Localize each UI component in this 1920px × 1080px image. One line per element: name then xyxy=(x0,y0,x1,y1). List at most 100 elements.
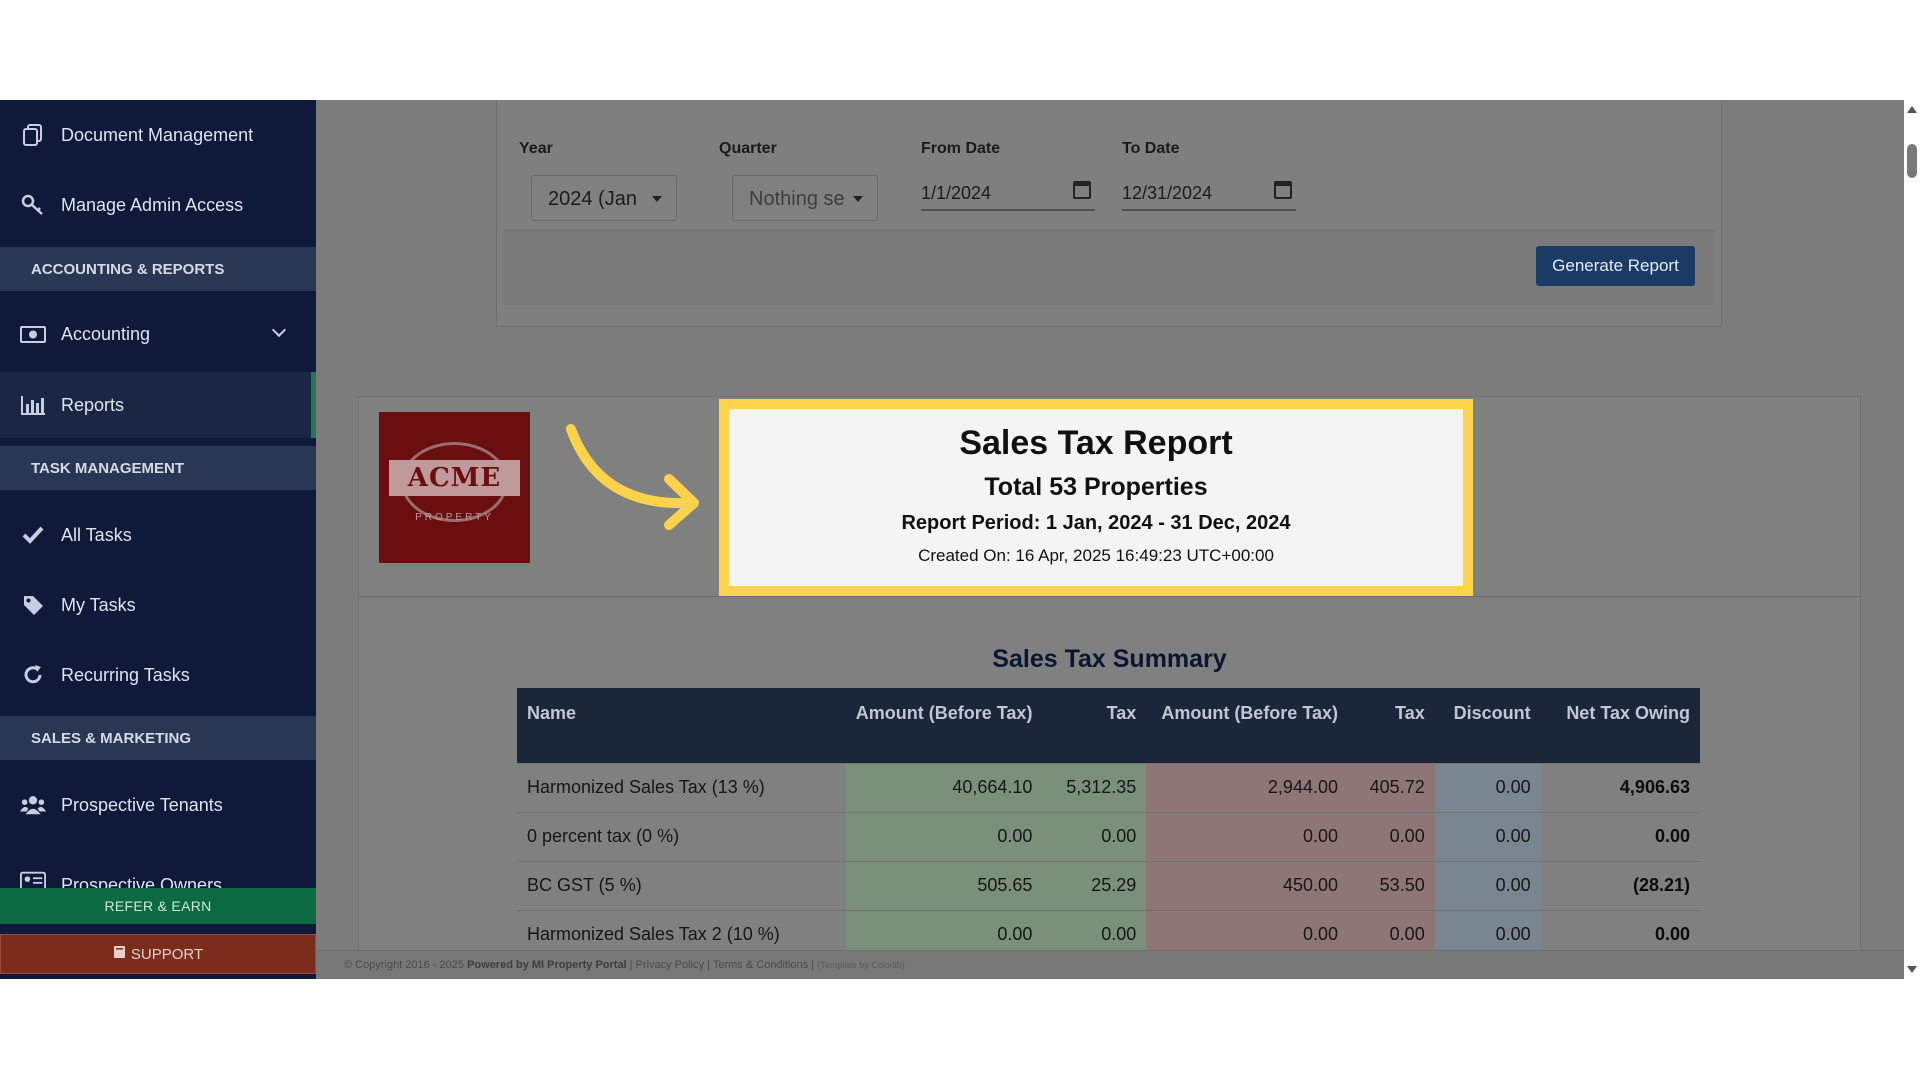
report-title-highlight: Sales Tax Report Total 53 Properties Rep… xyxy=(719,399,1473,596)
report-properties-count: Total 53 Properties xyxy=(984,473,1208,501)
highlight-arrow-icon xyxy=(566,424,699,530)
section-header-sales: SALES & MARKETING xyxy=(0,716,316,760)
to-date-input[interactable]: 12/31/2024 xyxy=(1122,175,1296,211)
to-date-label: To Date xyxy=(1122,140,1180,157)
support-label: SUPPORT xyxy=(130,945,204,963)
logo-subtext: PROPERTY xyxy=(415,512,494,523)
sidebar-item-all-tasks[interactable]: All Tasks xyxy=(0,502,316,568)
sidebar-item-label: All Tasks xyxy=(61,524,132,545)
section-header-accounting: ACCOUNTING & REPORTS xyxy=(0,247,316,291)
template-credit: (Template by Colorlib) xyxy=(817,960,905,970)
sidebar: Document Management Manage Admin Access … xyxy=(0,100,316,979)
cell-discount: 0.00 xyxy=(1434,860,1541,910)
calendar-icon[interactable] xyxy=(1073,181,1091,199)
sidebar-item-reports[interactable]: Reports xyxy=(0,372,316,438)
sidebar-item-manage-admin-access[interactable]: Manage Admin Access xyxy=(0,172,316,238)
from-date-input[interactable]: 1/1/2024 xyxy=(921,175,1095,211)
scrollbar-thumb[interactable] xyxy=(1907,144,1917,178)
cell-tax: 0.00 xyxy=(1042,811,1147,861)
quarter-select[interactable]: Nothing se xyxy=(732,175,878,221)
cell-name: 0 percent tax (0 %) xyxy=(517,811,846,861)
generate-report-button[interactable]: Generate Report xyxy=(1536,246,1695,286)
report-title: Sales Tax Report xyxy=(959,424,1233,462)
powered-by-link[interactable]: Powered by MI Property Portal xyxy=(467,959,627,971)
report-filter-card: Year 2024 (Jan Quarter Nothing se From D… xyxy=(496,100,1722,327)
main-content: Year 2024 (Jan Quarter Nothing se From D… xyxy=(316,100,1920,979)
bar-chart-icon xyxy=(20,392,46,418)
sidebar-item-label: Reports xyxy=(61,394,125,415)
cell-tax: 405.72 xyxy=(1348,762,1435,812)
sidebar-item-my-tasks[interactable]: My Tasks xyxy=(0,572,316,638)
app-window: Document Management Manage Admin Access … xyxy=(0,100,1920,979)
quarter-value: Nothing se xyxy=(749,188,845,210)
sidebar-item-label: Prospective Tenants xyxy=(61,794,223,815)
privacy-policy-link[interactable]: Privacy Policy xyxy=(636,959,704,971)
report-created-on: Created On: 16 Apr, 2025 16:49:23 UTC+00… xyxy=(918,546,1274,565)
key-icon xyxy=(20,192,46,218)
col-header-amount-before-tax: Amount (Before Tax) xyxy=(845,688,1043,763)
sidebar-item-label: Accounting xyxy=(61,323,151,344)
cell-amount: 0.00 xyxy=(845,811,1043,861)
document-copy-icon xyxy=(20,122,46,148)
cell-amount: 505.65 xyxy=(845,860,1043,910)
year-select[interactable]: 2024 (Jan xyxy=(531,175,677,221)
sidebar-item-recurring-tasks[interactable]: Recurring Tasks xyxy=(0,642,316,708)
table-header-row: Name Amount (Before Tax) Tax Amount (Bef… xyxy=(517,688,1700,763)
cell-amount: 40,664.10 xyxy=(845,762,1043,812)
sidebar-item-document-management[interactable]: Document Management xyxy=(0,102,316,168)
sidebar-item-prospective-tenants[interactable]: Prospective Tenants xyxy=(0,772,316,838)
cell-discount: 0.00 xyxy=(1434,811,1541,861)
sidebar-item-prospective-owners[interactable]: Prospective Owners xyxy=(0,842,316,892)
caret-down-icon xyxy=(652,196,662,202)
year-label: Year xyxy=(519,140,553,157)
col-header-tax-2: Tax xyxy=(1348,688,1435,763)
cell-amount: 450.00 xyxy=(1146,860,1348,910)
year-value: 2024 (Jan xyxy=(548,188,637,210)
col-header-tax: Tax xyxy=(1042,688,1147,763)
refresh-icon xyxy=(20,662,46,688)
section-header-tasks: TASK MANAGEMENT xyxy=(0,446,316,490)
report-card: ACME PROPERTY Sales Tax Report Total 53 … xyxy=(358,396,1861,979)
sidebar-item-label: Document Management xyxy=(61,124,254,145)
cell-net-tax: (28.21) xyxy=(1540,860,1700,910)
refer-and-earn-button[interactable]: REFER & EARN xyxy=(0,888,316,924)
from-date-value: 1/1/2024 xyxy=(921,183,992,203)
chevron-down-icon xyxy=(271,322,287,338)
table-row: BC GST (5 %) 505.65 25.29 450.00 53.50 0… xyxy=(517,860,1700,910)
scroll-up-arrow-icon[interactable] xyxy=(1907,106,1917,113)
cell-tax: 25.29 xyxy=(1042,860,1147,910)
cell-discount: 0.00 xyxy=(1434,762,1541,812)
users-icon xyxy=(20,792,46,818)
support-button[interactable]: SUPPORT xyxy=(0,934,316,974)
copyright-text: © Copyright 2016 - 2025 xyxy=(344,959,465,971)
cell-tax: 5,312.35 xyxy=(1042,762,1147,812)
company-logo: ACME PROPERTY xyxy=(379,412,530,563)
vertical-scrollbar[interactable] xyxy=(1904,100,1920,979)
cell-amount: 2,944.00 xyxy=(1146,762,1348,812)
report-period: Report Period: 1 Jan, 2024 - 31 Dec, 202… xyxy=(901,512,1291,534)
col-header-amount-before-tax-2: Amount (Before Tax) xyxy=(1146,688,1348,763)
scroll-down-arrow-icon[interactable] xyxy=(1907,966,1917,973)
cell-net-tax: 0.00 xyxy=(1540,811,1700,861)
money-icon xyxy=(20,321,46,347)
cell-name: BC GST (5 %) xyxy=(517,860,846,910)
sales-tax-summary-table: Name Amount (Before Tax) Tax Amount (Bef… xyxy=(517,688,1700,959)
col-header-net-tax-owing: Net Tax Owing xyxy=(1540,688,1700,763)
caret-down-icon xyxy=(853,196,863,202)
summary-title: Sales Tax Summary xyxy=(992,645,1227,673)
check-icon xyxy=(20,522,46,548)
table-row: 0 percent tax (0 %) 0.00 0.00 0.00 0.00 … xyxy=(517,811,1700,861)
filter-footer: Generate Report xyxy=(503,230,1715,305)
cell-amount: 0.00 xyxy=(1146,811,1348,861)
quarter-label: Quarter xyxy=(719,140,777,157)
calendar-icon[interactable] xyxy=(1274,181,1292,199)
terms-link[interactable]: Terms & Conditions xyxy=(713,959,808,971)
to-date-value: 12/31/2024 xyxy=(1122,183,1213,203)
from-date-label: From Date xyxy=(921,140,1001,157)
cell-name: Harmonized Sales Tax (13 %) xyxy=(517,762,846,812)
page-footer: © Copyright 2016 - 2025 Powered by MI Pr… xyxy=(316,950,1920,979)
report-header: ACME PROPERTY Sales Tax Report Total 53 … xyxy=(359,397,1860,597)
tag-icon xyxy=(20,592,46,618)
sidebar-item-accounting[interactable]: Accounting xyxy=(0,301,316,367)
sidebar-item-label: My Tasks xyxy=(61,594,136,615)
